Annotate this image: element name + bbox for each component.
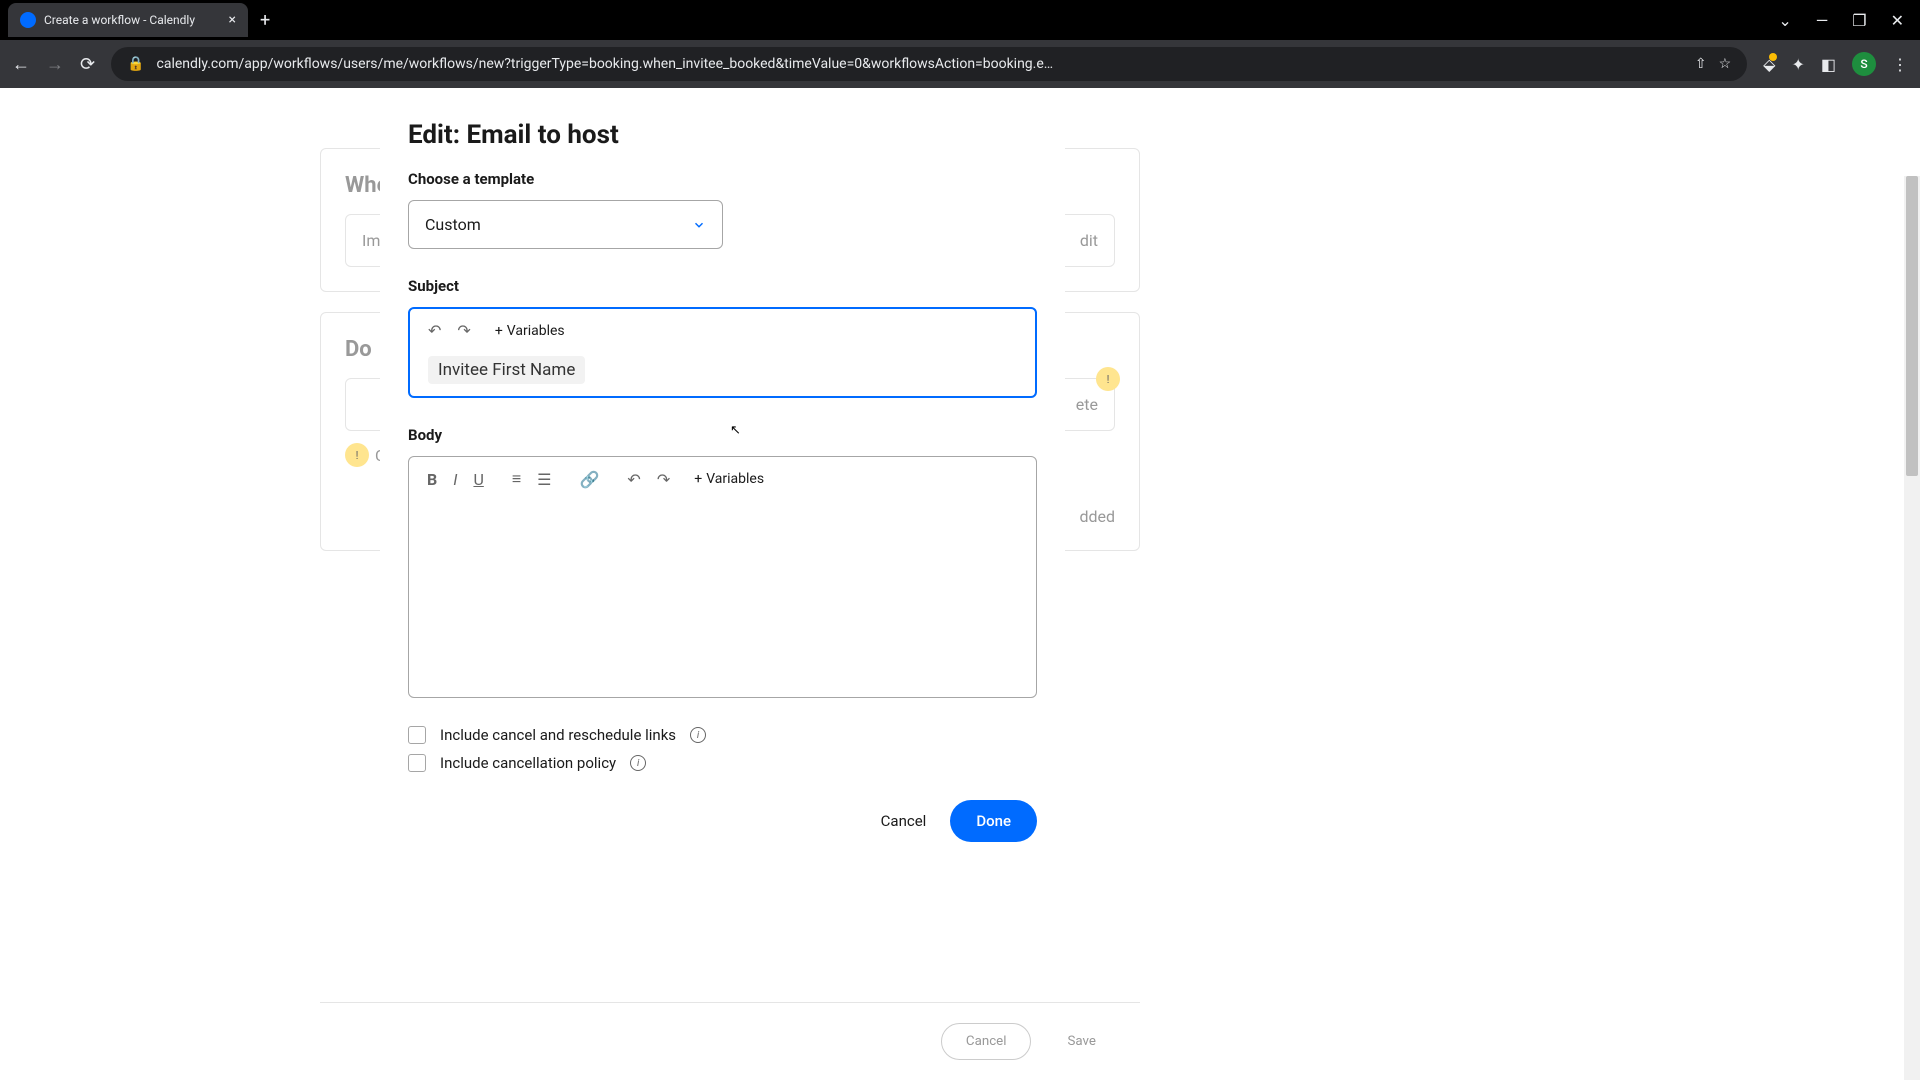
checkbox-label: Include cancellation policy [440,754,616,772]
bold-icon[interactable]: B [427,470,437,489]
bullet-list-icon[interactable]: ≡ [512,469,521,489]
template-select[interactable]: Custom [408,200,723,249]
undo-icon[interactable]: ↶ [428,321,441,340]
redo-icon[interactable]: ↷ [657,470,670,489]
close-window-icon[interactable]: ✕ [1891,11,1904,30]
body-label: Body [408,426,1037,444]
extensions-icon[interactable]: ⬙ [1763,55,1775,74]
calendly-favicon [20,12,36,28]
new-tab-button[interactable]: + [260,10,270,31]
bg-cancel-button: Cancel [941,1023,1032,1060]
italic-icon[interactable]: I [453,470,457,489]
info-icon[interactable]: i [690,727,706,743]
body-editor[interactable]: B I U ≡ ☰ 🔗 ↶ ↷ + Variables [408,456,1037,698]
close-tab-icon[interactable]: × [229,12,236,28]
variable-chip[interactable]: Invitee First Name [428,356,585,384]
back-button[interactable]: ← [12,54,30,75]
link-icon[interactable]: 🔗 [580,470,600,489]
profile-avatar[interactable]: S [1852,52,1876,76]
scrollbar[interactable] [1904,176,1920,1080]
warning-icon: ! [345,443,369,467]
extensions-puzzle-icon[interactable]: ✦ [1791,55,1804,74]
bookmark-icon[interactable]: ☆ [1719,56,1732,72]
url-text: calendly.com/app/workflows/users/me/work… [157,56,1683,72]
numbered-list-icon[interactable]: ☰ [537,470,551,489]
plus-icon: + [694,471,702,487]
tabs-dropdown-icon[interactable]: ⌄ [1778,11,1791,30]
maximize-icon[interactable]: ❐ [1852,11,1866,30]
forward-button[interactable]: → [46,54,64,75]
include-policy-checkbox[interactable] [408,754,426,772]
done-button[interactable]: Done [950,800,1037,842]
include-links-checkbox[interactable] [408,726,426,744]
scrollbar-thumb[interactable] [1906,176,1918,476]
checkbox-label: Include cancel and reschedule links [440,726,676,744]
reload-button[interactable]: ⟳ [80,54,95,75]
edit-email-modal: Edit: Email to host Choose a template Cu… [380,88,1065,866]
subject-editor[interactable]: ↶ ↷ + Variables Invitee First Name [408,307,1037,398]
subject-variables-button[interactable]: + Variables [495,323,565,339]
body-content[interactable] [427,505,1018,685]
undo-icon[interactable]: ↶ [627,470,640,489]
minimize-icon[interactable]: — [1816,11,1829,30]
template-value: Custom [425,215,481,234]
bg-save-button: Save [1043,1023,1120,1060]
redo-icon[interactable]: ↷ [457,321,470,340]
body-variables-button[interactable]: + Variables [694,471,764,487]
cancel-button[interactable]: Cancel [881,812,927,830]
browser-tab[interactable]: Create a workflow - Calendly × [8,3,248,37]
subject-label: Subject [408,277,1037,295]
underline-icon[interactable]: U [473,470,483,489]
side-panel-icon[interactable]: ◧ [1821,55,1836,74]
template-label: Choose a template [408,170,1037,188]
info-icon[interactable]: i [630,755,646,771]
menu-icon[interactable]: ⋮ [1892,55,1908,74]
share-icon[interactable]: ⇧ [1695,56,1707,72]
tab-title: Create a workflow - Calendly [44,13,221,27]
warning-icon: ! [1096,367,1120,391]
lock-icon: 🔒 [127,56,144,72]
plus-icon: + [495,323,503,339]
chevron-down-icon [692,218,706,232]
modal-title: Edit: Email to host [408,120,1037,150]
address-bar[interactable]: 🔒 calendly.com/app/workflows/users/me/wo… [111,47,1747,81]
